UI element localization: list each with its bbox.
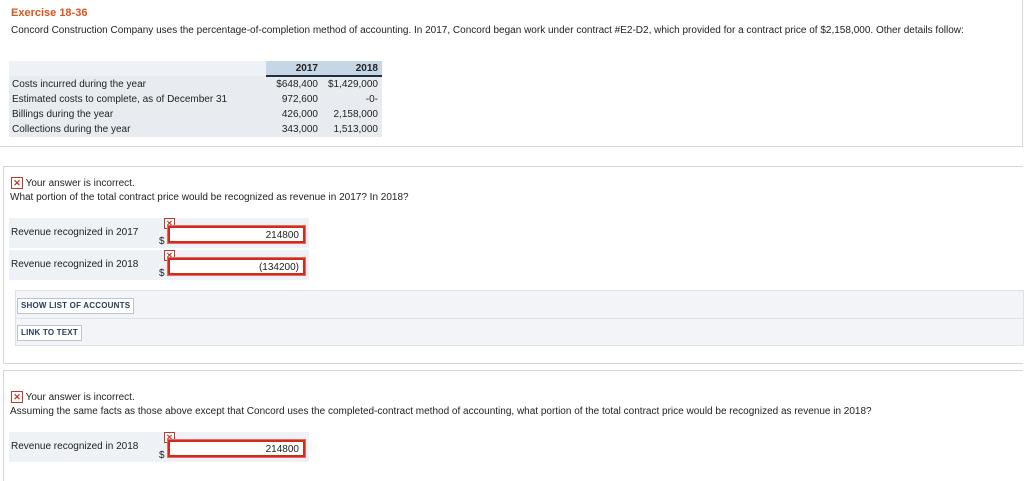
currency-symbol: $ [159, 450, 165, 461]
part2-question: Assuming the same facts as those above e… [10, 406, 872, 417]
part1-question: What portion of the total contract price… [10, 192, 409, 203]
row-label: Estimated costs to complete, as of Decem… [9, 92, 266, 107]
row-label: Collections during the year [9, 122, 266, 137]
table-row: Billings during the year 426,000 2,158,0… [9, 107, 382, 122]
answer-label-completed-2018: Revenue recognized in 2018 [11, 441, 139, 452]
revenue-2018-input[interactable]: (134200) [167, 257, 306, 276]
row-label: Billings during the year [9, 107, 266, 122]
part1-status-text: Your answer is incorrect. [25, 178, 135, 189]
cell-2018: $1,429,000 [322, 76, 382, 92]
cell-2017: 343,000 [266, 122, 322, 137]
currency-symbol: $ [159, 268, 165, 279]
cell-2017: $648,400 [266, 76, 322, 92]
cell-2017: 426,000 [266, 107, 322, 122]
cell-2017: 972,600 [266, 92, 322, 107]
answer-label-2018: Revenue recognized in 2018 [11, 259, 139, 270]
part2-status-text: Your answer is incorrect. [25, 392, 135, 403]
link-to-text-button[interactable]: LINK TO TEXT [17, 325, 82, 341]
part2-panel [3, 370, 1023, 481]
table-row: Collections during the year 343,000 1,51… [9, 122, 382, 137]
cell-2018: 1,513,000 [322, 122, 382, 137]
exercise-intro: Concord Construction Company uses the pe… [11, 25, 964, 36]
part2-status: ✕ Your answer is incorrect. [11, 391, 135, 403]
contract-details-table: 2017 2018 Costs incurred during the year… [9, 61, 382, 137]
row-label: Costs incurred during the year [9, 76, 266, 92]
exercise-title: Exercise 18-36 [11, 7, 88, 19]
column-header-2017: 2017 [266, 61, 322, 77]
revenue-completed-2018-input[interactable]: 214800 [167, 439, 306, 458]
link-button-bar [15, 318, 1024, 346]
show-list-of-accounts-button[interactable]: SHOW LIST OF ACCOUNTS [17, 298, 135, 314]
table-row: Costs incurred during the year $648,400 … [9, 76, 382, 92]
table-row: Estimated costs to complete, as of Decem… [9, 92, 382, 107]
currency-symbol: $ [159, 236, 165, 247]
revenue-2017-input[interactable]: 214800 [167, 225, 306, 244]
part1-status: ✕ Your answer is incorrect. [11, 177, 135, 189]
x-mark-icon: ✕ [11, 177, 23, 189]
accounts-button-bar [15, 290, 1024, 320]
cell-2018: -0- [322, 92, 382, 107]
column-header-2018: 2018 [322, 61, 382, 77]
answer-label-2017: Revenue recognized in 2017 [11, 227, 139, 238]
x-mark-icon: ✕ [11, 391, 23, 403]
cell-2018: 2,158,000 [322, 107, 382, 122]
